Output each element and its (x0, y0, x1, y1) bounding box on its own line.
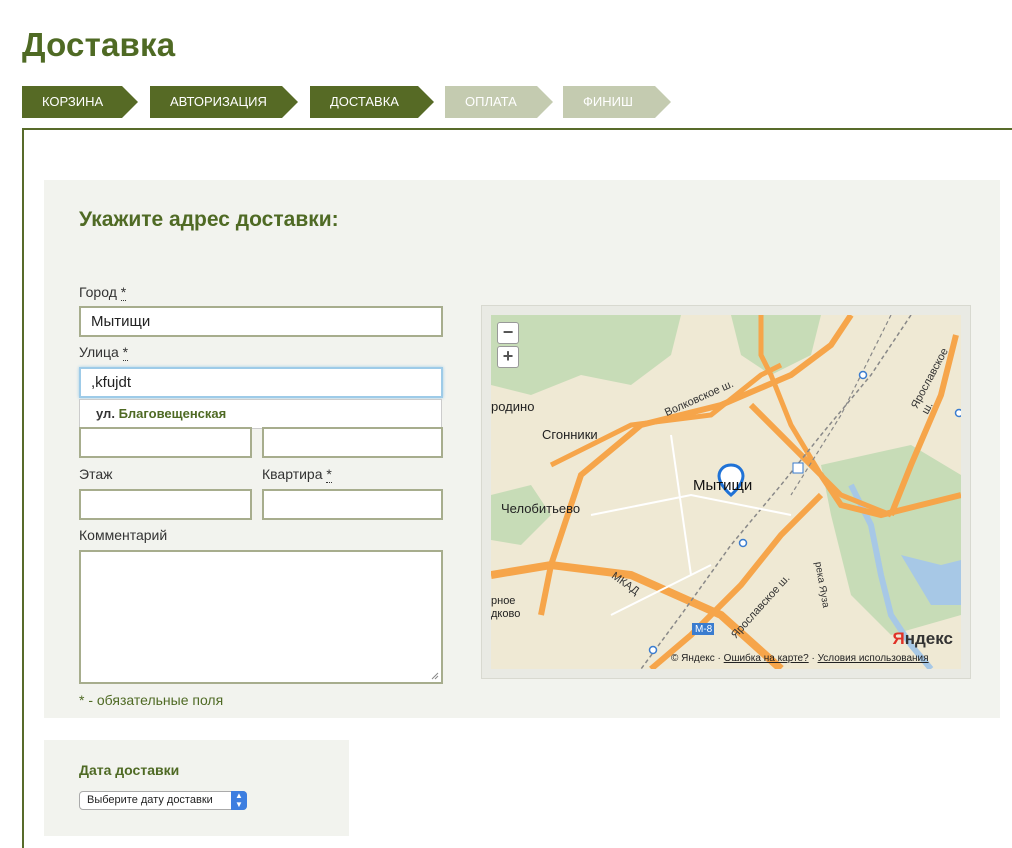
map-place-label: Сгонники (542, 427, 598, 442)
zoom-out-button[interactable]: − (497, 322, 519, 344)
map-terms-link[interactable]: Условия использования (818, 653, 929, 664)
street-suggestion[interactable]: ул. Благовещенская (79, 399, 442, 429)
yandex-map[interactable]: − + Мытищи Сгонники Челобитьево родино р… (491, 315, 961, 669)
map-place-label: родино (491, 399, 535, 414)
address-panel: Укажите адрес доставки: Город * Мытищи У… (44, 180, 1000, 718)
step-delivery-label: ДОСТАВКА (330, 94, 399, 109)
map-copyright: © Яндекс (671, 653, 715, 664)
required-note: * - обязательные поля (79, 692, 224, 708)
city-label: Город * (79, 284, 127, 301)
yandex-logo: Яндекс (892, 629, 953, 648)
map-widget: − + Мытищи Сгонники Челобитьево родино р… (481, 305, 971, 679)
map-road-label: М-8 (695, 624, 713, 635)
step-delivery[interactable]: ДОСТАВКА (310, 86, 434, 118)
delivery-date-title: Дата доставки (79, 762, 180, 778)
select-arrows-icon: ▲ ▼ (231, 791, 247, 810)
apartment-input[interactable] (262, 489, 443, 520)
house-input[interactable] (79, 427, 252, 458)
map-place-label: рное (491, 595, 516, 607)
step-cart[interactable]: КОРЗИНА (22, 86, 138, 118)
delivery-date-select[interactable]: Выберите дату доставки ▲ ▼ (79, 791, 247, 810)
step-finish-label: ФИНИШ (583, 94, 633, 109)
city-input[interactable]: Мытищи (79, 306, 443, 337)
step-cart-label: КОРЗИНА (42, 94, 104, 109)
step-payment: ОПЛАТА (445, 86, 553, 118)
apartment-label: Квартира * (262, 466, 332, 483)
floor-input[interactable] (79, 489, 252, 520)
page-title: Доставка (22, 26, 176, 63)
map-place-label: Челобитьево (501, 501, 581, 516)
delivery-date-panel: Дата доставки Выберите дату доставки ▲ ▼ (44, 740, 349, 836)
delivery-date-select-value: Выберите дату доставки (87, 794, 213, 806)
comment-label: Комментарий (79, 527, 168, 543)
map-error-link[interactable]: Ошибка на карте? (724, 653, 809, 664)
step-finish: ФИНИШ (563, 86, 671, 118)
step-authorization-label: АВТОРИЗАЦИЯ (170, 94, 267, 109)
step-payment-label: ОПЛАТА (465, 94, 517, 109)
map-place-label: дково (491, 608, 521, 620)
street-label: Улица * (79, 344, 129, 361)
map-footer: © Яндекс · Ошибка на карте? · Условия ис… (671, 653, 929, 664)
address-title: Укажите адрес доставки: (79, 208, 339, 231)
zoom-in-button[interactable]: + (497, 346, 519, 368)
floor-label: Этаж (79, 466, 113, 482)
map-city-label: Мытищи (693, 477, 753, 494)
comment-textarea[interactable] (79, 550, 443, 684)
street-input[interactable]: ,kfujdt (79, 367, 443, 398)
suggestion-name: Благовещенская (118, 406, 227, 421)
step-authorization[interactable]: АВТОРИЗАЦИЯ (150, 86, 298, 118)
building-input[interactable] (262, 427, 443, 458)
suggestion-prefix: ул. (96, 406, 115, 421)
resize-grip-icon[interactable] (431, 672, 439, 680)
